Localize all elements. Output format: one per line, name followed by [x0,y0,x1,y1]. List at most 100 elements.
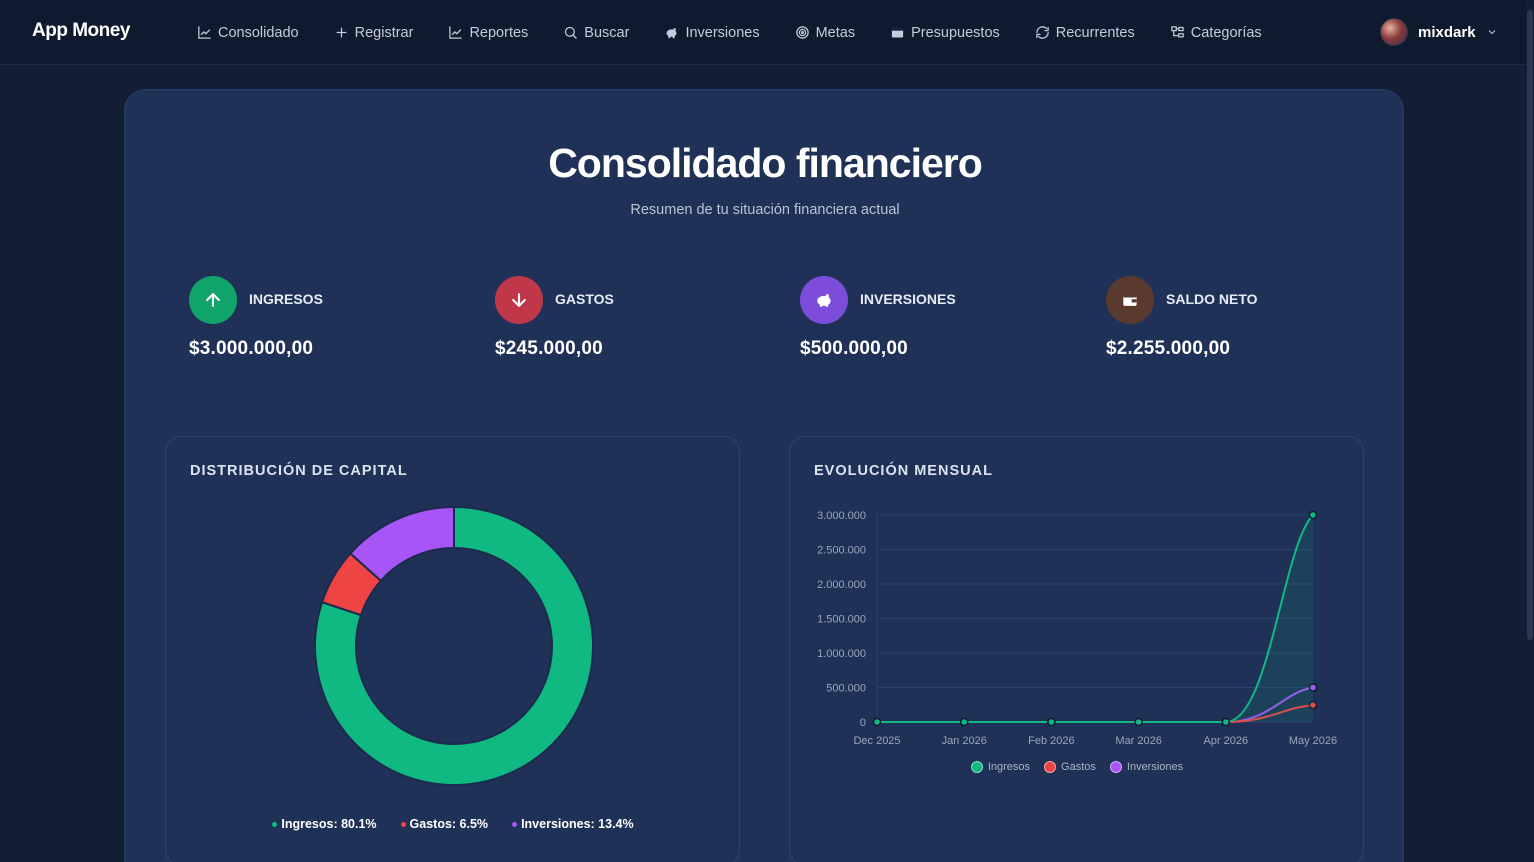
y-tick-label: 3.000.000 [817,510,866,522]
nav-item-label: Presupuestos [911,24,1000,41]
evolution-panel: EVOLUCIÓN MENSUAL 0 500.000 1.000.000 1.500… [789,436,1364,862]
stat-value: $3.000.000,00 [189,338,314,359]
username: mixdark [1418,23,1476,41]
y-tick-label: 1.000.000 [817,648,866,660]
legend-swatch [1109,761,1122,773]
target-icon [795,26,809,39]
nav-item-label: Registrar [354,24,414,41]
stat-ingresos: INGRESOS $3.000.000,00 [189,276,469,376]
legend-label: Inversiones: 13.4% [521,817,634,831]
legend-swatch [1044,761,1057,773]
legend-label: Gastos [1061,761,1096,773]
stat-value: $2.255.000,00 [1106,338,1231,359]
legend-dot [272,821,278,827]
chevron-down-icon [1488,30,1495,35]
wallet-icon [891,28,904,38]
refresh-icon [1036,26,1049,39]
distribution-panel: DISTRIBUCIÓN DE CAPITAL Ingresos: 80.1% … [165,436,740,862]
x-tick-label: Jan 2026 [942,735,987,747]
stat-label: INGRESOS [249,291,323,307]
arrow-down-icon [512,293,526,307]
nav-item-presupuestos[interactable]: Presupuestos [890,25,1000,41]
stat-label: SALDO NETO [1166,291,1258,307]
x-tick-label: Mar 2026 [1115,735,1161,747]
legend-item: Gastos: 6.5% [400,817,489,831]
x-tick-label: Apr 2026 [1203,735,1248,747]
user-menu[interactable]: mixdark [1380,18,1498,46]
nav-item-label: Inversiones [685,24,760,41]
data-point [1308,510,1318,520]
donut-chart [314,505,594,786]
data-point [872,717,882,727]
nav-item-registrar[interactable]: Registrar [334,24,414,41]
data-point [1047,717,1056,727]
piggy-bank-icon [666,28,677,39]
stat-icon [495,276,543,324]
legend-label: Gastos: 6.5% [409,817,489,831]
line-legend: Ingresos Gastos Inversiones [790,761,1364,773]
y-tick-label: 500.000 [826,683,866,695]
legend-item[interactable]: Ingresos [970,761,1031,773]
nav-item-categorias[interactable]: Categorías [1170,25,1262,41]
chart-line-icon [198,26,211,39]
app-brand[interactable]: App Money [32,20,130,42]
nav-item-label: Consolidado [218,24,299,41]
nav-item-buscar[interactable]: Buscar [563,25,629,41]
stat-icon [189,276,237,324]
x-tick-label: Feb 2026 [1028,735,1074,747]
legend-swatch [970,761,983,773]
donut-legend: Ingresos: 80.1% Gastos: 6.5% Inversiones… [166,817,740,831]
nav-item-reportes[interactable]: Reportes [448,25,528,41]
chart-line-icon [449,26,463,39]
nav-menu: Consolidado Registrar Reportes Buscar In… [197,0,1297,65]
page-subtitle: Resumen de tu situación financiera actua… [630,202,900,218]
nav-item-label: Metas [815,24,856,41]
legend-item[interactable]: Gastos [1044,761,1096,773]
piggy-bank-icon [817,294,831,307]
stat-value: $500.000,00 [800,338,908,359]
arrow-up-icon [206,293,220,307]
nav-item-consolidado[interactable]: Consolidado [197,25,299,41]
legend-dot [400,821,406,827]
stat-icon [1106,276,1154,324]
plus-icon [336,27,347,38]
line-chart: 0 500.000 1.000.000 1.500.000 2.000.000 2.500… [817,510,1337,747]
avatar[interactable] [1380,18,1408,46]
stat-inversiones: INVERSIONES $500.000,00 [800,276,1080,376]
summary-card: Consolidado financiero Resumen de tu sit… [124,89,1404,862]
nav-item-label: Recurrentes [1055,24,1135,41]
legend-item[interactable]: Inversiones [1109,761,1184,773]
y-tick-label: 2.000.000 [817,579,866,591]
y-tick-label: 1.500.000 [817,614,866,626]
stat-saldo-neto: SALDO NETO $2.255.000,00 [1106,276,1386,376]
nav-item-label: Categorías [1190,24,1262,41]
page-title: Consolidado financiero [548,140,983,186]
legend-dot [512,821,518,827]
nav-item-inversiones[interactable]: Inversiones [664,24,760,41]
nav-item-recurrentes[interactable]: Recurrentes [1035,25,1135,41]
y-tick-label: 2.500.000 [817,545,866,557]
legend-item: Inversiones: 13.4% [512,817,634,831]
nav-item-metas[interactable]: Metas [795,24,856,41]
search-icon [565,26,578,39]
nav-item-label: Reportes [469,24,529,41]
stat-label: GASTOS [555,291,614,307]
y-tick-label: 0 [860,717,866,729]
x-tick-label: Dec 2025 [853,735,900,747]
stat-label: INVERSIONES [860,291,956,307]
stat-value: $245.000,00 [495,338,603,359]
folder-tree-icon [1171,26,1184,38]
data-point [1221,717,1231,727]
data-point [959,717,969,727]
scrollbar-thumb[interactable] [1527,10,1533,640]
legend-label: Inversiones [1126,761,1184,773]
legend-label: Ingresos: 80.1% [281,817,377,831]
stat-icon [800,276,848,324]
data-point [1134,717,1143,727]
legend-item: Ingresos: 80.1% [272,817,377,831]
wallet-icon [1123,295,1137,306]
top-navbar: App Money Consolidado Registrar Reportes… [0,0,1534,65]
legend-label: Ingresos [987,761,1031,773]
x-tick-label: May 2026 [1289,735,1337,747]
stat-gastos: GASTOS $245.000,00 [495,276,775,376]
